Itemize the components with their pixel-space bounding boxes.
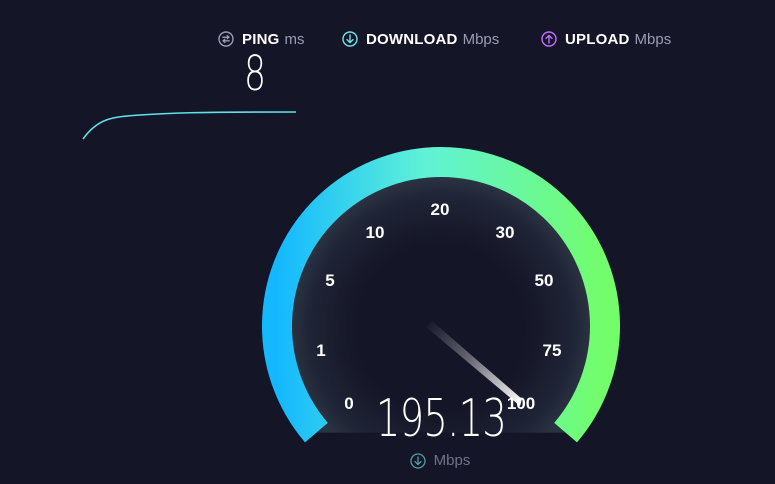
gauge-tick-10: 10	[366, 223, 385, 242]
current-speed-value: 195.13	[375, 389, 507, 449]
gauge-tick-5: 5	[325, 271, 334, 290]
speedtest-screen: PING ms DOWNLOAD Mbps UPLOAD Mbps 8 0 1 …	[0, 0, 775, 484]
gauge-tick-30: 30	[496, 223, 515, 242]
gauge-tick-20: 20	[431, 200, 450, 219]
gauge-tick-1: 1	[316, 341, 325, 360]
current-speed-unit-label: Mbps	[433, 452, 471, 469]
gauge-tick-75: 75	[543, 341, 562, 360]
current-speed-unit: Mbps	[390, 452, 490, 469]
download-arrow-icon	[410, 452, 426, 469]
gauge-tick-50: 50	[535, 271, 554, 290]
